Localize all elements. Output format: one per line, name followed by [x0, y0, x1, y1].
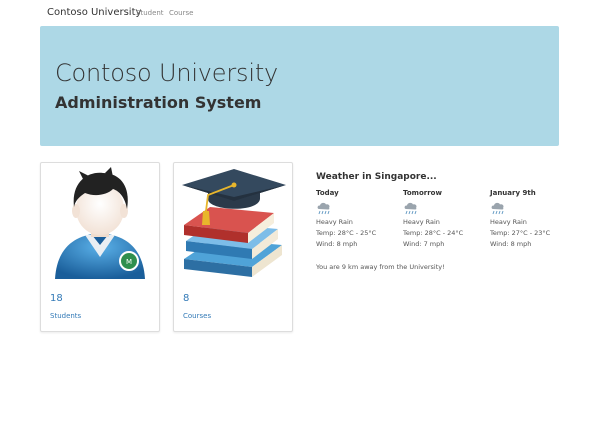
- distance-message: You are 9 km away from the University!: [316, 263, 445, 271]
- weather-day-today: Today Heavy Rain Temp: 28°C - 25°C Wind:…: [316, 189, 401, 251]
- weather-condition: Heavy Rain: [403, 218, 440, 226]
- weather-temp: Temp: 27°C - 23°C: [490, 229, 551, 237]
- courses-link[interactable]: Courses: [183, 312, 211, 320]
- heavy-rain-icon: [317, 202, 330, 215]
- courses-count: 8: [183, 293, 190, 304]
- weather-wind: Wind: 7 mph: [403, 240, 445, 248]
- weather-condition: Heavy Rain: [490, 218, 527, 226]
- jumbotron: Contoso University Administration System: [40, 26, 559, 146]
- heavy-rain-icon: [491, 202, 504, 215]
- nav-link-student[interactable]: Student: [136, 9, 164, 17]
- weather-day-name: Today: [316, 189, 339, 197]
- page-subtitle: Administration System: [55, 93, 262, 112]
- students-card[interactable]: M 18 Students: [40, 162, 160, 332]
- weather-day-january-9th: January 9th Heavy Rain Temp: 27°C - 23°C…: [490, 189, 575, 251]
- weather-wind: Wind: 8 mph: [316, 240, 358, 248]
- nav-link-course[interactable]: Course: [169, 9, 193, 17]
- weather-condition: Heavy Rain: [316, 218, 353, 226]
- students-link[interactable]: Students: [50, 312, 81, 320]
- weather-title: Weather in Singapore...: [316, 172, 437, 182]
- page-title: Contoso University: [55, 59, 279, 87]
- heavy-rain-icon: [404, 202, 417, 215]
- svg-text:M: M: [126, 258, 132, 266]
- brand-link[interactable]: Contoso University: [47, 7, 141, 18]
- courses-card[interactable]: 8 Courses: [173, 162, 293, 332]
- weather-wind: Wind: 8 mph: [490, 240, 532, 248]
- graduation-cap-books-icon: [182, 169, 286, 277]
- weather-day-tomorrow: Tomorrow Heavy Rain Temp: 28°C - 24°C Wi…: [403, 189, 488, 251]
- weather-temp: Temp: 28°C - 24°C: [403, 229, 464, 237]
- weather-temp: Temp: 28°C - 25°C: [316, 229, 377, 237]
- student-avatar-icon: M: [55, 167, 145, 279]
- students-count: 18: [50, 293, 63, 304]
- weather-day-name: Tomorrow: [403, 189, 442, 197]
- weather-day-name: January 9th: [490, 189, 536, 197]
- navbar: Contoso University Student Course: [0, 0, 600, 26]
